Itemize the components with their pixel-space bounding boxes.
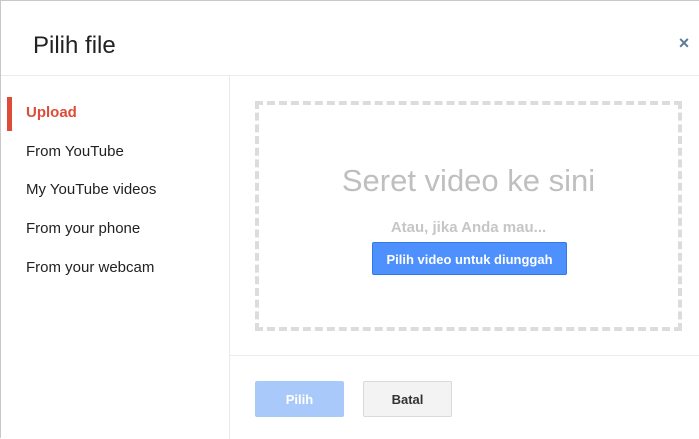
sidebar-item-from-your-webcam[interactable]: From your webcam (1, 251, 229, 285)
close-icon[interactable]: × (675, 34, 693, 52)
cancel-button[interactable]: Batal (363, 381, 452, 417)
drop-zone[interactable]: Seret video ke sini Atau, jika Anda mau.… (255, 101, 682, 331)
sidebar-item-from-youtube[interactable]: From YouTube (1, 135, 229, 169)
dialog-header: Pilih file × (1, 1, 699, 76)
drop-zone-title: Seret video ke sini (341, 163, 596, 198)
dialog-title: Pilih file (33, 32, 116, 59)
source-sidebar: Upload From YouTube My YouTube videos Fr… (1, 76, 230, 439)
file-picker-dialog: Pilih file × Upload From YouTube My YouT… (0, 0, 699, 439)
sidebar-item-upload[interactable]: Upload (1, 96, 229, 131)
select-button[interactable]: Pilih (255, 381, 344, 417)
drop-zone-subtitle: Atau, jika Anda mau... (390, 219, 547, 236)
upload-panel: Seret video ke sini Atau, jika Anda mau.… (230, 76, 699, 356)
dialog-footer: Pilih Batal (230, 356, 699, 439)
sidebar-item-from-your-phone[interactable]: From your phone (1, 212, 229, 246)
select-video-button[interactable]: Pilih video untuk diunggah (372, 242, 567, 275)
sidebar-item-my-youtube-videos[interactable]: My YouTube videos (1, 173, 229, 207)
